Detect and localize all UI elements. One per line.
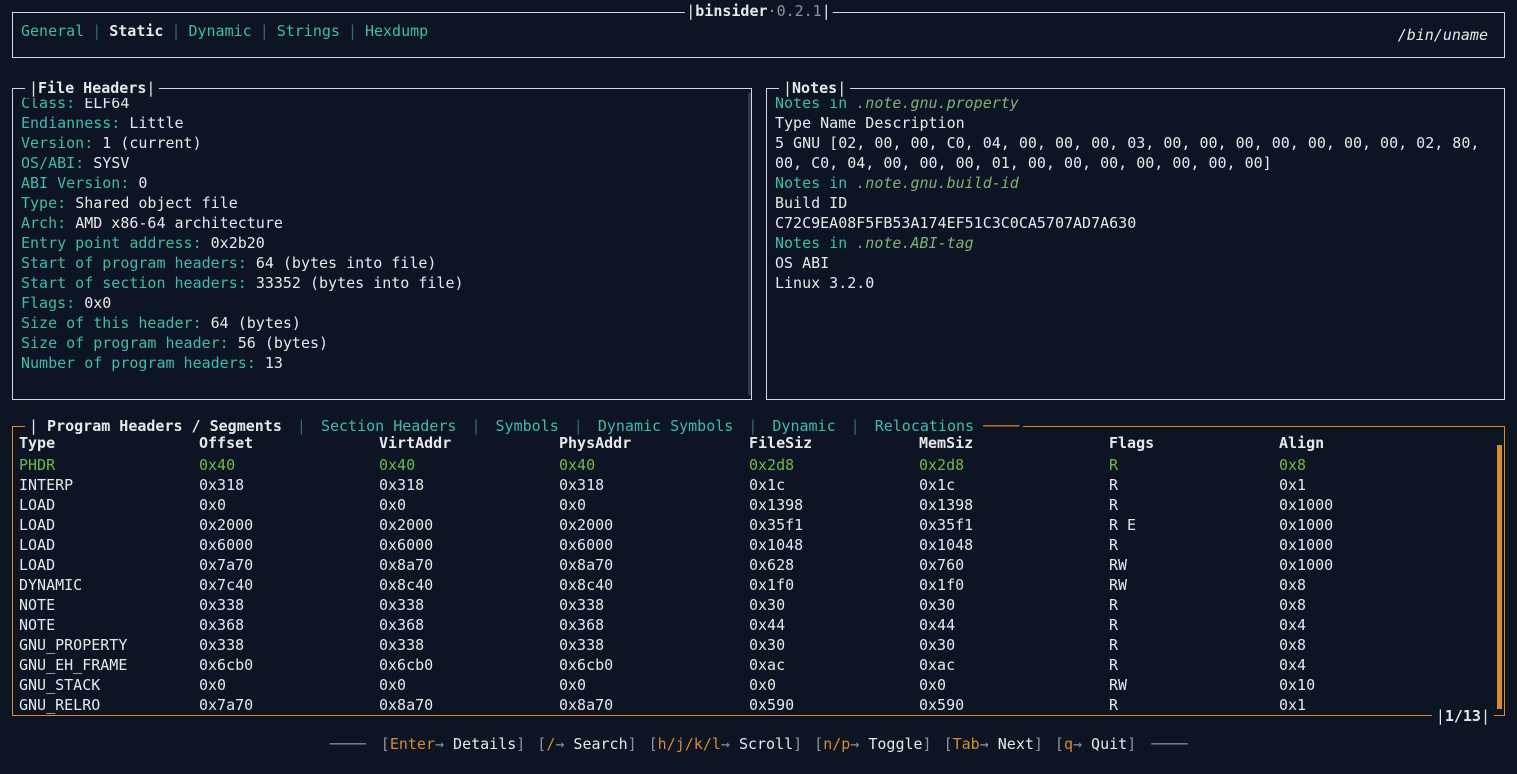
header-panel: |binsider·0.2.1| General|Static|Dynamic|… bbox=[12, 12, 1505, 58]
table-row[interactable]: GNU_STACK0x00x00x00x00x0RW0x10 bbox=[13, 675, 1504, 695]
table-row[interactable]: LOAD0x60000x60000x60000x10480x1048R0x100… bbox=[13, 535, 1504, 555]
file-header-row: Endianness: Little bbox=[21, 113, 743, 133]
file-header-row: Arch: AMD x86-64 architecture bbox=[21, 213, 743, 233]
file-header-row: Start of section headers: 33352 (bytes i… bbox=[21, 273, 743, 293]
table-row[interactable]: LOAD0x00x00x00x13980x1398R0x1000 bbox=[13, 495, 1504, 515]
notes-title: Notes bbox=[779, 78, 850, 98]
section-tab[interactable]: Relocations bbox=[866, 417, 983, 435]
file-headers-title: File Headers bbox=[25, 78, 159, 98]
file-headers-panel: File Headers Class: ELF64Endianness: Lit… bbox=[12, 88, 752, 400]
table-row[interactable]: LOAD0x20000x20000x20000x35f10x35f1R E0x1… bbox=[13, 515, 1504, 535]
section-tab[interactable]: Dynamic bbox=[763, 417, 844, 435]
tab-hexdump[interactable]: Hexdump bbox=[365, 22, 428, 40]
notes-line: Linux 3.2.0 bbox=[775, 273, 1496, 293]
program-headers-table: TypeOffsetVirtAddrPhysAddrFileSizMemSizF… bbox=[13, 431, 1504, 715]
section-tab[interactable]: Symbols bbox=[487, 417, 568, 435]
notes-line: C72C9EA08F5FB53A174EF51C3C0CA5707AD7A630 bbox=[775, 213, 1496, 233]
header-tabs: General|Static|Dynamic|Strings|Hexdump bbox=[21, 21, 428, 41]
program-headers-panel: Program Headers / Segments | Section Hea… bbox=[12, 426, 1505, 716]
help-item: /→ Search bbox=[537, 735, 636, 753]
file-headers-scrollbar[interactable] bbox=[748, 93, 751, 395]
table-row[interactable]: PHDR0x400x400x400x2d80x2d8R0x8 bbox=[13, 455, 1504, 475]
notes-line: OS ABI bbox=[775, 253, 1496, 273]
help-item: h/j/k/l→ Scroll bbox=[649, 735, 803, 753]
tab-dynamic[interactable]: Dynamic bbox=[188, 22, 251, 40]
table-row[interactable]: GNU_EH_FRAME0x6cb00x6cb00x6cb00xac0xacR0… bbox=[13, 655, 1504, 675]
notes-line: Type Name Description bbox=[775, 113, 1496, 133]
file-header-row: OS/ABI: SYSV bbox=[21, 153, 743, 173]
notes-line: 5 GNU [02, 00, 00, C0, 04, 00, 00, 00, 0… bbox=[775, 133, 1496, 173]
section-tabs: Program Headers / Segments | Section Hea… bbox=[25, 416, 1023, 436]
section-tab[interactable]: Section Headers bbox=[312, 417, 466, 435]
app-title: |binsider·0.2.1| bbox=[684, 1, 833, 21]
help-item: q→ Quit bbox=[1055, 735, 1136, 753]
help-item: n/p→ Toggle bbox=[814, 735, 931, 753]
notes-line: Notes in .note.gnu.build-id bbox=[775, 173, 1496, 193]
file-header-row: Flags: 0x0 bbox=[21, 293, 743, 313]
page-indicator: 1/13 bbox=[1432, 706, 1494, 726]
tab-general[interactable]: General bbox=[21, 22, 84, 40]
table-row[interactable]: NOTE0x3380x3380x3380x300x30R0x8 bbox=[13, 595, 1504, 615]
table-scrollbar[interactable] bbox=[1497, 445, 1502, 709]
col-header: Align bbox=[1273, 431, 1504, 455]
table-row[interactable]: GNU_RELRO0x7a700x8a700x8a700x5900x590R0x… bbox=[13, 695, 1504, 715]
table-row[interactable]: NOTE0x3680x3680x3680x440x44R0x4 bbox=[13, 615, 1504, 635]
table-row[interactable]: INTERP0x3180x3180x3180x1c0x1cR0x1 bbox=[13, 475, 1504, 495]
file-header-row: Entry point address: 0x2b20 bbox=[21, 233, 743, 253]
notes-panel: Notes Notes in .note.gnu.propertyType Na… bbox=[766, 88, 1505, 400]
tab-static[interactable]: Static bbox=[109, 22, 163, 40]
notes-line: Notes in .note.gnu.property bbox=[775, 93, 1496, 113]
file-header-row: Size of this header: 64 (bytes) bbox=[21, 313, 743, 333]
notes-line: Notes in .note.ABI-tag bbox=[775, 233, 1496, 253]
table-row[interactable]: GNU_PROPERTY0x3380x3380x3380x300x30R0x8 bbox=[13, 635, 1504, 655]
help-item: Enter→ Details bbox=[381, 735, 526, 753]
help-footer: ──── Enter→ Details/→ Searchh/j/k/l→ Scr… bbox=[12, 734, 1505, 754]
file-header-row: Size of program header: 56 (bytes) bbox=[21, 333, 743, 353]
binary-path: /bin/uname bbox=[1398, 25, 1488, 45]
col-header: Flags bbox=[1103, 431, 1273, 455]
file-header-row: Type: Shared object file bbox=[21, 193, 743, 213]
table-row[interactable]: DYNAMIC0x7c400x8c400x8c400x1f00x1f0RW0x8 bbox=[13, 575, 1504, 595]
table-row[interactable]: LOAD0x7a700x8a700x8a700x6280x760RW0x1000 bbox=[13, 555, 1504, 575]
section-tab[interactable]: Program Headers / Segments bbox=[38, 417, 291, 435]
notes-line: Build ID bbox=[775, 193, 1496, 213]
tab-strings[interactable]: Strings bbox=[277, 22, 340, 40]
file-header-row: Number of program headers: 13 bbox=[21, 353, 743, 373]
help-item: Tab→ Next bbox=[944, 735, 1043, 753]
file-header-row: Version: 1 (current) bbox=[21, 133, 743, 153]
section-tab[interactable]: Dynamic Symbols bbox=[589, 417, 743, 435]
file-header-row: Start of program headers: 64 (bytes into… bbox=[21, 253, 743, 273]
file-header-row: ABI Version: 0 bbox=[21, 173, 743, 193]
